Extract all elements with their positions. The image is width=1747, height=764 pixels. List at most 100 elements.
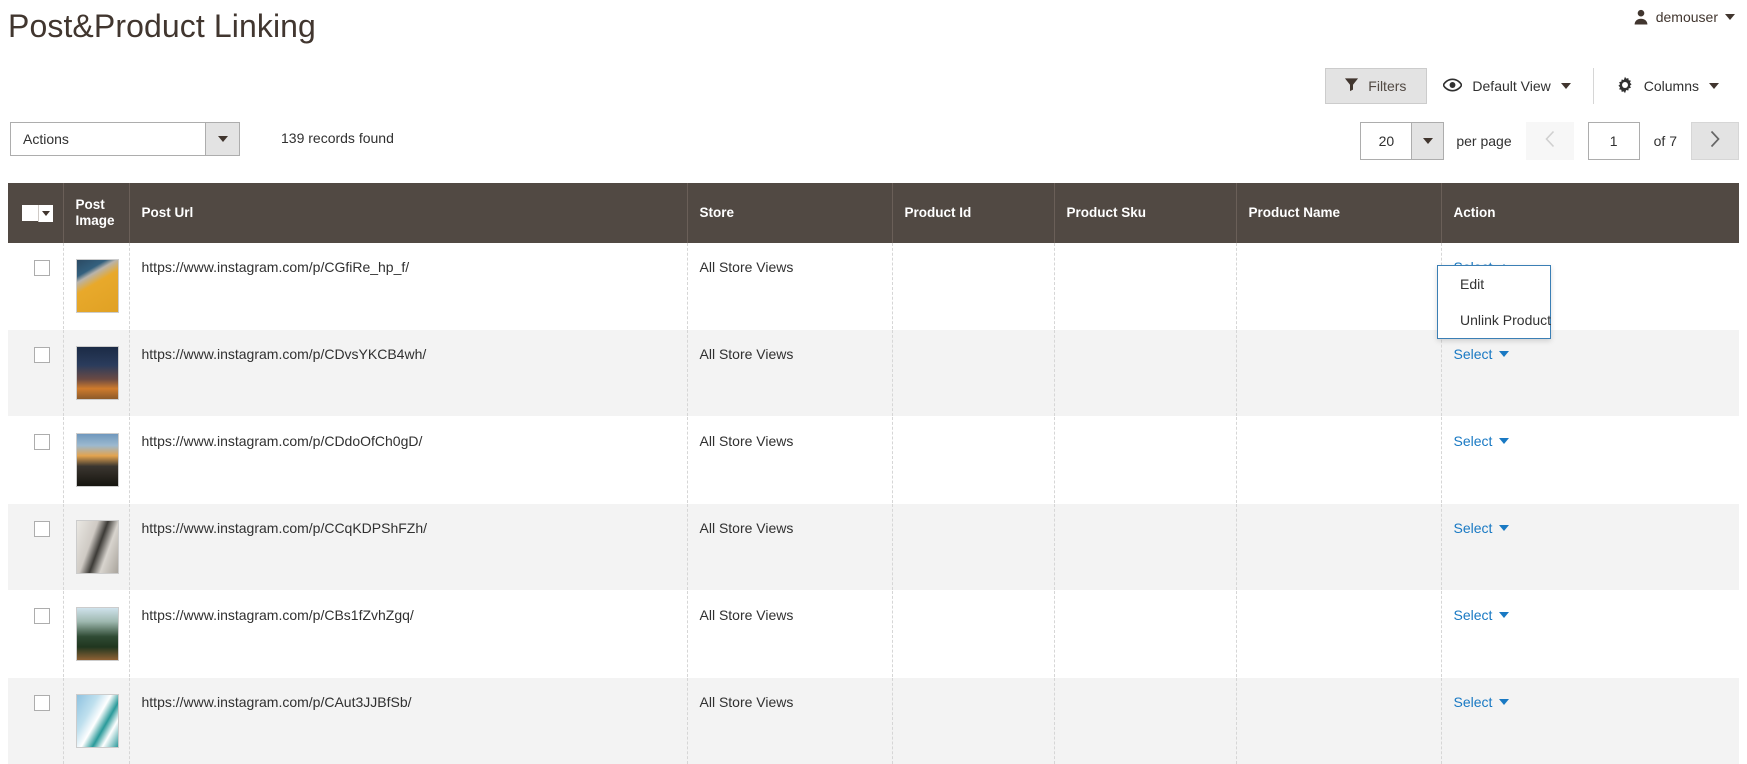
product-sku-cell: [1054, 243, 1237, 330]
post-image-thumbnail[interactable]: [75, 694, 119, 748]
row-checkbox[interactable]: [34, 347, 50, 363]
chevron-down-icon: [1499, 351, 1510, 357]
post-url-cell: https://www.instagram.com/p/CDdoOfCh0gD/: [129, 416, 688, 504]
column-header-store[interactable]: Store: [687, 183, 893, 243]
store-cell: All Store Views: [687, 416, 893, 504]
action-cell: Select: [1441, 329, 1739, 417]
product-id-cell: [892, 677, 1055, 764]
total-pages-label: of 7: [1653, 133, 1677, 149]
row-checkbox[interactable]: [34, 260, 50, 276]
row-checkbox-cell: [8, 590, 64, 678]
post-image-thumbnail[interactable]: [75, 607, 119, 661]
row-checkbox-cell: [8, 243, 64, 330]
column-header-product-sku[interactable]: Product Sku: [1054, 183, 1237, 243]
select-all-dropdown-arrow[interactable]: [37, 204, 53, 222]
store-cell: All Store Views: [687, 677, 893, 764]
row-checkbox[interactable]: [34, 608, 50, 624]
product-name-cell: [1236, 329, 1442, 417]
row-select-action-link[interactable]: Select: [1454, 520, 1510, 536]
column-header-post-url[interactable]: Post Url: [129, 183, 688, 243]
per-page-dropdown[interactable]: 20: [1360, 122, 1445, 160]
chevron-down-icon: [1499, 525, 1510, 531]
view-bookmarks-control[interactable]: Default View: [1427, 68, 1586, 104]
action-menu-item-edit[interactable]: Edit: [1438, 266, 1550, 302]
post-image-thumbnail[interactable]: [75, 520, 119, 574]
gear-icon: [1616, 76, 1634, 97]
chevron-down-icon: [217, 136, 228, 142]
chevron-right-icon: [1709, 130, 1721, 153]
post-image-thumbnail[interactable]: [75, 433, 119, 487]
post-image-cell: [63, 416, 130, 504]
product-name-cell: [1236, 677, 1442, 764]
filters-button[interactable]: Filters: [1325, 68, 1428, 104]
per-page-label: per page: [1456, 133, 1512, 149]
user-menu[interactable]: demouser: [1633, 9, 1735, 25]
table-header-row: Post Image Post Url Store Product Id Pro…: [8, 183, 1739, 243]
product-id-cell: [892, 243, 1055, 330]
row-select-action-link[interactable]: Select: [1454, 346, 1510, 362]
action-menu-item-unlink-product[interactable]: Unlink Product: [1438, 302, 1551, 338]
row-select-action-link[interactable]: Select: [1454, 433, 1510, 449]
chevron-down-icon: [41, 210, 50, 216]
row-select-action-link[interactable]: Select: [1454, 694, 1510, 710]
actions-dropdown-arrow: [205, 123, 239, 155]
current-page-input[interactable]: [1587, 122, 1640, 160]
admin-grid-page: Post&Product Linking demouser Filters De…: [0, 0, 1747, 764]
row-select-action-label: Select: [1453, 433, 1493, 449]
select-all-control[interactable]: [22, 204, 53, 222]
post-image-cell: [63, 329, 130, 417]
store-cell: All Store Views: [687, 503, 893, 591]
grid-toolbar: Filters Default View Columns: [1325, 68, 1735, 104]
per-page-dropdown-arrow: [1411, 123, 1444, 159]
column-header-post-image[interactable]: Post Image: [63, 183, 130, 243]
row-checkbox[interactable]: [34, 434, 50, 450]
next-page-button[interactable]: [1691, 122, 1739, 160]
post-image-thumbnail[interactable]: [75, 259, 119, 313]
row-checkbox-cell: [8, 416, 64, 504]
column-header-product-id[interactable]: Product Id: [892, 183, 1055, 243]
columns-control[interactable]: Columns: [1592, 68, 1735, 104]
product-sku-cell: [1054, 503, 1237, 591]
previous-page-button[interactable]: [1525, 122, 1574, 160]
select-all-header[interactable]: [8, 183, 64, 243]
row-checkbox[interactable]: [34, 695, 50, 711]
actions-dropdown-label: Actions: [23, 131, 69, 147]
row-select-action-label: Select: [1453, 520, 1493, 536]
columns-control-label: Columns: [1643, 78, 1699, 94]
column-header-action[interactable]: Action: [1441, 183, 1739, 243]
table-row: https://www.instagram.com/p/CDvsYKCB4wh/…: [8, 329, 1739, 417]
post-url-cell: https://www.instagram.com/p/CBs1fZvhZgq/: [129, 590, 688, 678]
post-image-cell: [63, 243, 130, 330]
row-checkbox-cell: [8, 503, 64, 591]
product-name-cell: [1236, 590, 1442, 678]
post-image-thumbnail[interactable]: [75, 346, 119, 400]
row-checkbox[interactable]: [34, 521, 50, 537]
action-cell: Select: [1441, 416, 1739, 504]
post-url-cell: https://www.instagram.com/p/CCqKDPShFZh/: [129, 503, 688, 591]
pagination: 20 per page of 7: [1360, 122, 1739, 160]
store-cell: All Store Views: [687, 243, 893, 330]
product-name-cell: [1236, 243, 1442, 330]
row-select-action-label: Select: [1453, 607, 1493, 623]
filters-button-label: Filters: [1368, 78, 1407, 94]
chevron-left-icon: [1544, 130, 1556, 153]
table-row: https://www.instagram.com/p/CAut3JJBfSb/…: [8, 677, 1739, 764]
product-name-cell: [1236, 503, 1442, 591]
records-found-label: 139 records found: [281, 130, 394, 146]
column-header-product-name[interactable]: Product Name: [1236, 183, 1442, 243]
select-all-checkbox[interactable]: [22, 205, 38, 221]
row-select-action-label: Select: [1453, 694, 1493, 710]
store-cell: All Store Views: [687, 329, 893, 417]
page-title: Post&Product Linking: [8, 8, 316, 44]
post-image-cell: [63, 503, 130, 591]
actions-dropdown[interactable]: Actions: [10, 122, 240, 156]
row-select-action-link[interactable]: Select: [1454, 607, 1510, 623]
chevron-down-icon: [1709, 83, 1719, 89]
row-checkbox-cell: [8, 677, 64, 764]
product-id-cell: [892, 590, 1055, 678]
chevron-down-icon: [1499, 699, 1510, 705]
chevron-down-icon: [1725, 14, 1735, 20]
user-avatar-icon: [1633, 9, 1649, 25]
product-id-cell: [892, 503, 1055, 591]
view-control-label: Default View: [1472, 78, 1551, 94]
